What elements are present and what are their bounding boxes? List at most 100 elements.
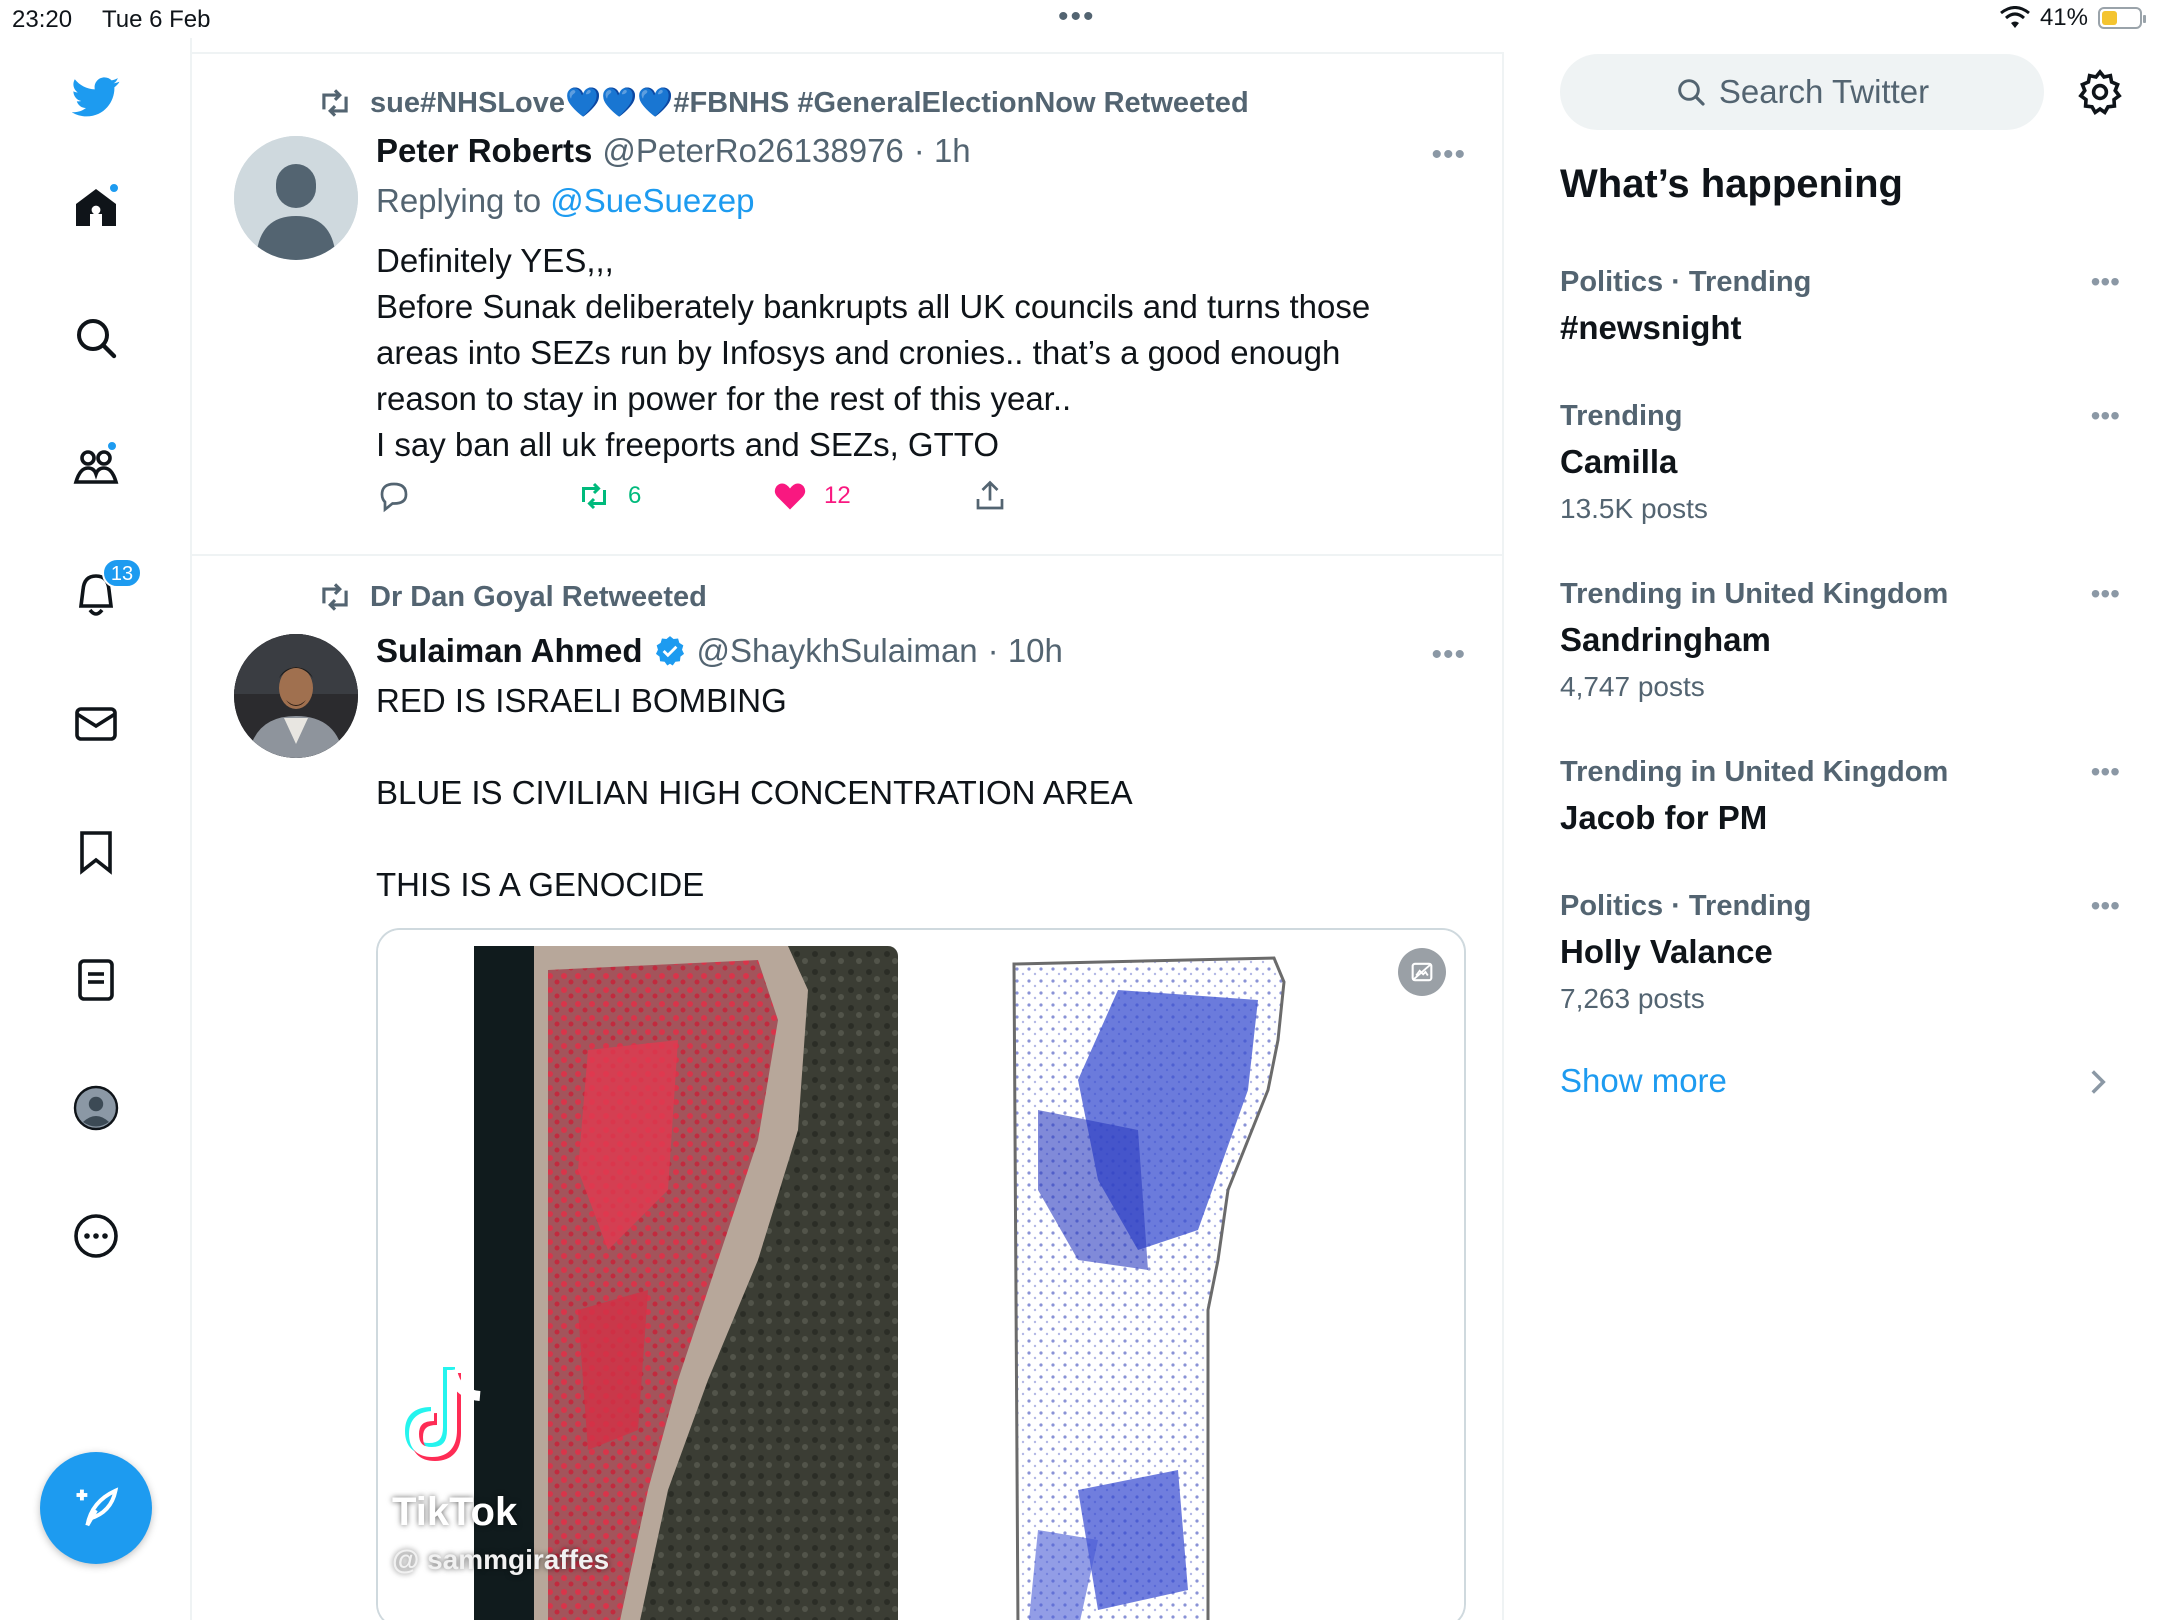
avatar[interactable] [234,136,358,260]
trend-count: 4,747 posts [1560,671,1705,702]
communities-nav-button[interactable] [64,434,128,498]
lists-icon [78,959,114,1001]
tweet-actions: 6 12 [376,478,1076,522]
tweet-text: Definitely YES,,, Before Sunak deliberat… [376,242,1371,463]
replying-mention[interactable]: @SueSuezep [550,182,754,219]
retweeted-by-label[interactable]: Dr Dan Goyal Retweeted [370,581,707,614]
replying-to: Replying to @SueSuezep [376,182,754,220]
trend-more-button[interactable]: ••• [2091,400,2120,432]
trend-meta: Trending [1560,400,1683,432]
home-nav-button[interactable] [64,176,128,240]
tweet-text: RED IS ISRAELI BOMBING BLUE IS CIVILIAN … [376,682,1133,903]
media-watermark-user: @ sammgiraffes [392,1544,610,1575]
video-thumbnail [378,930,1464,1620]
tweet[interactable]: sue#NHSLove💙💙💙#FBNHS #GeneralElectionNow… [192,54,1504,556]
author-name[interactable]: Sulaiman Ahmed [376,632,643,670]
retweet-button[interactable]: 6 [576,478,641,514]
tweet-more-button[interactable]: ••• [1431,138,1466,172]
tweet-header: Peter Roberts @PeterRo26138976 · 1h [376,132,971,170]
show-more-link[interactable]: Show more [1560,1062,1727,1100]
author-handle[interactable]: @ShaykhSulaiman [697,632,978,670]
trend-name: Camilla [1560,443,1678,480]
right-sidebar: Search Twitter What’s happening Politics… [1506,38,2160,1620]
compose-tweet-button[interactable] [40,1452,152,1564]
notifications-nav-button[interactable]: 13 [64,558,142,628]
trend-meta: Politics · Trending [1560,890,1812,922]
more-nav-button[interactable] [64,1204,128,1268]
communities-unread-dot [106,440,118,452]
chevron-right-icon [2091,1070,2106,1094]
trend-more-button[interactable]: ••• [2091,266,2120,298]
compose-feather-icon [76,1487,119,1527]
tweet-time[interactable]: · 1h [914,132,971,170]
trend-item[interactable]: Politics · Trending #newsnight ••• [1560,266,2120,347]
messages-nav-button[interactable] [64,692,128,756]
replying-prefix: Replying to [376,182,542,219]
share-icon [976,480,1004,510]
battery-level [2102,11,2117,25]
battery-percent: 41% [2039,4,2088,31]
explore-nav-button[interactable] [64,306,128,370]
search-icon [77,319,117,359]
trend-more-button[interactable]: ••• [2091,756,2120,788]
retweeted-by-label[interactable]: sue#NHSLove💙💙💙#FBNHS #GeneralElectionNow… [370,86,1249,120]
trend-item[interactable]: Trending in United Kingdom Sandringham 4… [1560,578,2120,703]
default-avatar-icon [234,136,358,260]
trend-item[interactable]: Trending in United Kingdom Jacob for PM … [1560,756,2120,837]
battery-icon [2098,7,2146,29]
author-name[interactable]: Peter Roberts [376,132,592,170]
left-navigation: 13 [0,38,192,1620]
search-placeholder: Search Twitter [1718,73,1930,110]
whats-happening-title: What’s happening [1560,162,1903,206]
tweet-time[interactable]: · 10h [988,632,1063,670]
trend-more-button[interactable]: ••• [2091,890,2120,922]
retweet-context: Dr Dan Goyal Retweeted [316,578,707,616]
like-button[interactable]: 12 [772,478,851,514]
messages-icon [75,707,117,741]
avatar[interactable] [234,634,358,758]
verified-badge-icon [655,636,684,666]
author-handle[interactable]: @PeterRo26138976 [602,132,903,170]
retweet-icon [322,583,348,611]
lists-nav-button[interactable] [64,948,128,1012]
wifi-icon [2000,6,2030,28]
twitter-logo[interactable] [64,64,128,128]
more-circle-icon [74,1214,118,1258]
twitter-bird-icon [72,77,120,117]
like-count: 12 [824,482,851,509]
retweet-context: sue#NHSLove💙💙💙#FBNHS #GeneralElectionNow… [316,84,1249,122]
profile-nav-button[interactable] [64,1076,128,1140]
profile-avatar-icon [73,1085,119,1131]
author-photo [234,634,358,758]
media-settings-icon [1411,962,1433,982]
search-input[interactable]: Search Twitter [1560,54,2044,130]
search-icon [1678,79,1705,106]
trend-name: Sandringham [1560,621,1771,658]
trend-name: #newsnight [1560,309,1742,346]
media-options-button[interactable] [1398,948,1446,996]
trend-more-button[interactable]: ••• [2091,578,2120,610]
trend-item[interactable]: Politics · Trending Holly Valance 7,263 … [1560,890,2120,1015]
retweet-icon [582,482,606,510]
trend-name: Holly Valance [1560,933,1773,970]
reply-button[interactable] [376,478,412,514]
status-time: 23:20 [12,6,73,33]
retweet-icon [322,89,348,117]
trend-meta: Trending in United Kingdom [1560,756,1949,788]
trend-item[interactable]: Trending Camilla 13.5K posts ••• [1560,400,2120,525]
tweet-media-video[interactable]: TikTok @ sammgiraffes [376,928,1466,1620]
trend-meta: Politics · Trending [1560,266,1812,298]
share-button[interactable] [972,478,1008,514]
status-indicators: 41% [2000,4,2146,32]
trend-name: Jacob for PM [1560,799,1768,836]
tweet-more-button[interactable]: ••• [1431,638,1466,672]
settings-gear-icon[interactable] [2076,68,2124,116]
multitasking-dots[interactable]: ••• [1058,0,1096,34]
bookmarks-nav-button[interactable] [64,820,128,884]
heart-filled-icon [774,483,806,510]
retweet-count: 6 [628,482,642,509]
status-date: Tue 6 Feb [102,6,211,33]
tweet-header: Sulaiman Ahmed @ShaykhSulaiman · 10h [376,632,1063,670]
media-watermark-brand: TikTok [392,1490,518,1534]
tweet-2-content[interactable]: Dr Dan Goyal Retweeted Sulaiman Ahmed @S… [192,554,1504,1620]
